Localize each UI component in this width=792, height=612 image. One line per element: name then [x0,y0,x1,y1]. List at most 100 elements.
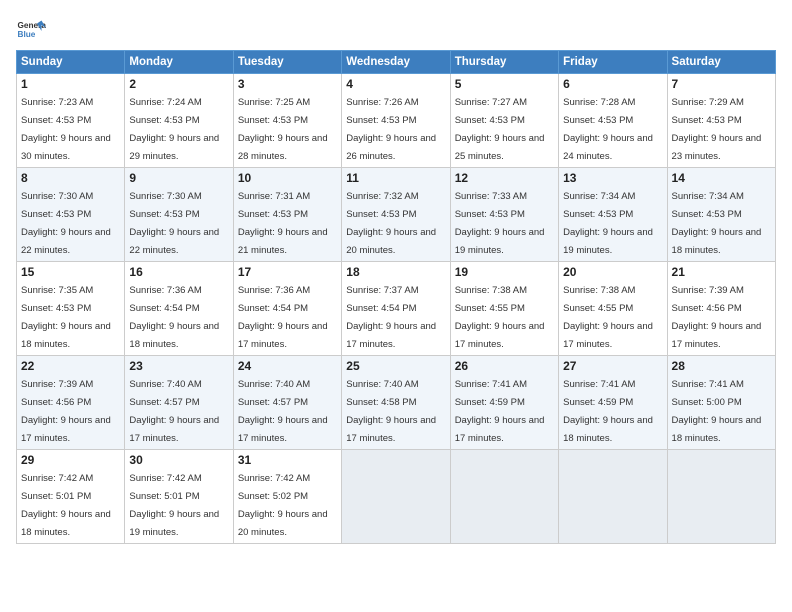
day-number: 18 [346,265,445,279]
col-header-tuesday: Tuesday [233,51,341,74]
day-info: Sunrise: 7:34 AMSunset: 4:53 PMDaylight:… [563,191,653,256]
day-cell-30: 30 Sunrise: 7:42 AMSunset: 5:01 PMDaylig… [125,450,233,544]
day-info: Sunrise: 7:39 AMSunset: 4:56 PMDaylight:… [21,379,111,444]
day-info: Sunrise: 7:31 AMSunset: 4:53 PMDaylight:… [238,191,328,256]
col-header-saturday: Saturday [667,51,775,74]
day-info: Sunrise: 7:35 AMSunset: 4:53 PMDaylight:… [21,285,111,350]
day-number: 26 [455,359,554,373]
day-number: 14 [672,171,771,185]
day-number: 21 [672,265,771,279]
calendar-table: SundayMondayTuesdayWednesdayThursdayFrid… [16,50,776,544]
day-cell-11: 11 Sunrise: 7:32 AMSunset: 4:53 PMDaylig… [342,168,450,262]
day-cell-16: 16 Sunrise: 7:36 AMSunset: 4:54 PMDaylig… [125,262,233,356]
day-cell-25: 25 Sunrise: 7:40 AMSunset: 4:58 PMDaylig… [342,356,450,450]
day-info: Sunrise: 7:42 AMSunset: 5:02 PMDaylight:… [238,473,328,538]
day-cell-31: 31 Sunrise: 7:42 AMSunset: 5:02 PMDaylig… [233,450,341,544]
day-info: Sunrise: 7:36 AMSunset: 4:54 PMDaylight:… [238,285,328,350]
logo: General Blue [16,16,46,46]
day-info: Sunrise: 7:23 AMSunset: 4:53 PMDaylight:… [21,97,111,162]
col-header-monday: Monday [125,51,233,74]
day-number: 25 [346,359,445,373]
day-info: Sunrise: 7:41 AMSunset: 4:59 PMDaylight:… [455,379,545,444]
day-number: 23 [129,359,228,373]
day-number: 1 [21,77,120,91]
day-info: Sunrise: 7:24 AMSunset: 4:53 PMDaylight:… [129,97,219,162]
day-info: Sunrise: 7:41 AMSunset: 4:59 PMDaylight:… [563,379,653,444]
day-cell-6: 6 Sunrise: 7:28 AMSunset: 4:53 PMDayligh… [559,74,667,168]
day-number: 15 [21,265,120,279]
day-number: 17 [238,265,337,279]
day-number: 9 [129,171,228,185]
day-number: 30 [129,453,228,467]
day-number: 3 [238,77,337,91]
day-number: 4 [346,77,445,91]
day-info: Sunrise: 7:38 AMSunset: 4:55 PMDaylight:… [455,285,545,350]
day-info: Sunrise: 7:40 AMSunset: 4:58 PMDaylight:… [346,379,436,444]
calendar-week-4: 22 Sunrise: 7:39 AMSunset: 4:56 PMDaylig… [17,356,776,450]
day-cell-10: 10 Sunrise: 7:31 AMSunset: 4:53 PMDaylig… [233,168,341,262]
day-info: Sunrise: 7:29 AMSunset: 4:53 PMDaylight:… [672,97,762,162]
day-number: 13 [563,171,662,185]
day-cell-22: 22 Sunrise: 7:39 AMSunset: 4:56 PMDaylig… [17,356,125,450]
day-cell-5: 5 Sunrise: 7:27 AMSunset: 4:53 PMDayligh… [450,74,558,168]
day-number: 20 [563,265,662,279]
svg-text:Blue: Blue [18,30,36,39]
day-cell-13: 13 Sunrise: 7:34 AMSunset: 4:53 PMDaylig… [559,168,667,262]
day-cell-12: 12 Sunrise: 7:33 AMSunset: 4:53 PMDaylig… [450,168,558,262]
calendar-week-2: 8 Sunrise: 7:30 AMSunset: 4:53 PMDayligh… [17,168,776,262]
day-info: Sunrise: 7:33 AMSunset: 4:53 PMDaylight:… [455,191,545,256]
day-info: Sunrise: 7:32 AMSunset: 4:53 PMDaylight:… [346,191,436,256]
day-cell-27: 27 Sunrise: 7:41 AMSunset: 4:59 PMDaylig… [559,356,667,450]
day-cell-28: 28 Sunrise: 7:41 AMSunset: 5:00 PMDaylig… [667,356,775,450]
day-number: 6 [563,77,662,91]
day-info: Sunrise: 7:38 AMSunset: 4:55 PMDaylight:… [563,285,653,350]
day-cell-29: 29 Sunrise: 7:42 AMSunset: 5:01 PMDaylig… [17,450,125,544]
day-cell-18: 18 Sunrise: 7:37 AMSunset: 4:54 PMDaylig… [342,262,450,356]
logo-icon: General Blue [16,16,46,46]
day-number: 31 [238,453,337,467]
day-number: 2 [129,77,228,91]
day-info: Sunrise: 7:42 AMSunset: 5:01 PMDaylight:… [21,473,111,538]
day-cell-23: 23 Sunrise: 7:40 AMSunset: 4:57 PMDaylig… [125,356,233,450]
day-info: Sunrise: 7:40 AMSunset: 4:57 PMDaylight:… [238,379,328,444]
empty-cell [667,450,775,544]
col-header-thursday: Thursday [450,51,558,74]
day-cell-9: 9 Sunrise: 7:30 AMSunset: 4:53 PMDayligh… [125,168,233,262]
day-cell-8: 8 Sunrise: 7:30 AMSunset: 4:53 PMDayligh… [17,168,125,262]
day-info: Sunrise: 7:28 AMSunset: 4:53 PMDaylight:… [563,97,653,162]
day-info: Sunrise: 7:40 AMSunset: 4:57 PMDaylight:… [129,379,219,444]
day-number: 16 [129,265,228,279]
day-number: 7 [672,77,771,91]
col-header-wednesday: Wednesday [342,51,450,74]
day-number: 19 [455,265,554,279]
day-number: 11 [346,171,445,185]
day-number: 27 [563,359,662,373]
day-number: 28 [672,359,771,373]
col-header-sunday: Sunday [17,51,125,74]
empty-cell [450,450,558,544]
day-info: Sunrise: 7:26 AMSunset: 4:53 PMDaylight:… [346,97,436,162]
day-cell-1: 1 Sunrise: 7:23 AMSunset: 4:53 PMDayligh… [17,74,125,168]
day-info: Sunrise: 7:36 AMSunset: 4:54 PMDaylight:… [129,285,219,350]
day-number: 29 [21,453,120,467]
day-number: 24 [238,359,337,373]
day-info: Sunrise: 7:42 AMSunset: 5:01 PMDaylight:… [129,473,219,538]
day-cell-15: 15 Sunrise: 7:35 AMSunset: 4:53 PMDaylig… [17,262,125,356]
day-cell-17: 17 Sunrise: 7:36 AMSunset: 4:54 PMDaylig… [233,262,341,356]
day-info: Sunrise: 7:27 AMSunset: 4:53 PMDaylight:… [455,97,545,162]
day-cell-2: 2 Sunrise: 7:24 AMSunset: 4:53 PMDayligh… [125,74,233,168]
calendar-week-1: 1 Sunrise: 7:23 AMSunset: 4:53 PMDayligh… [17,74,776,168]
day-number: 8 [21,171,120,185]
day-info: Sunrise: 7:37 AMSunset: 4:54 PMDaylight:… [346,285,436,350]
day-info: Sunrise: 7:39 AMSunset: 4:56 PMDaylight:… [672,285,762,350]
day-info: Sunrise: 7:30 AMSunset: 4:53 PMDaylight:… [21,191,111,256]
day-cell-24: 24 Sunrise: 7:40 AMSunset: 4:57 PMDaylig… [233,356,341,450]
calendar-week-5: 29 Sunrise: 7:42 AMSunset: 5:01 PMDaylig… [17,450,776,544]
day-cell-20: 20 Sunrise: 7:38 AMSunset: 4:55 PMDaylig… [559,262,667,356]
empty-cell [342,450,450,544]
header: General Blue [16,16,776,46]
calendar-week-3: 15 Sunrise: 7:35 AMSunset: 4:53 PMDaylig… [17,262,776,356]
day-number: 5 [455,77,554,91]
header-row: SundayMondayTuesdayWednesdayThursdayFrid… [17,51,776,74]
col-header-friday: Friday [559,51,667,74]
